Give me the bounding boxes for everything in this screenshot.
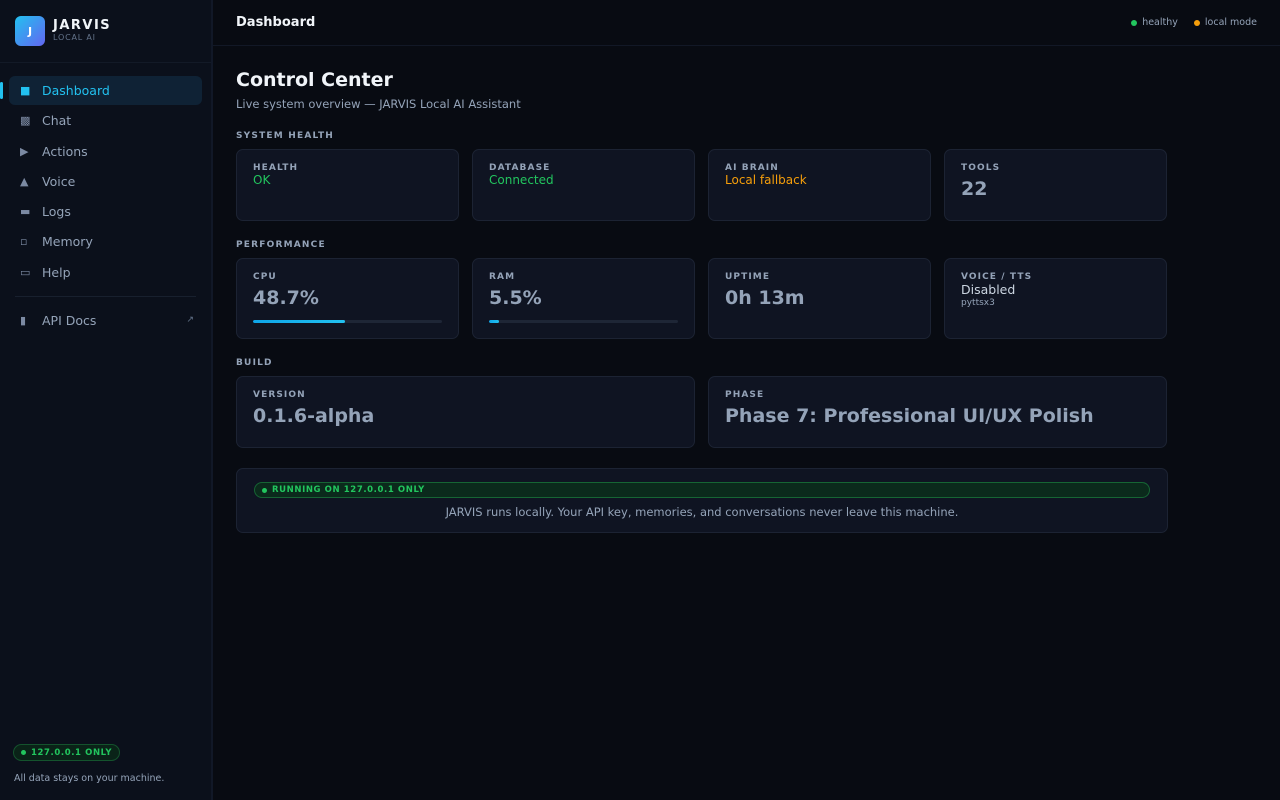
card-label: HEALTH (253, 163, 299, 173)
ai-brain-value: Local fallback (725, 173, 807, 187)
cpu-progress-fill (253, 320, 346, 323)
sidebar: J JARVIS LOCAL AI ■ Dashboard ▩ Chat ▶ A… (0, 0, 213, 800)
ram-progress-fill (489, 320, 500, 323)
dashboard-content: Control Center Live system overview — JA… (213, 46, 1168, 533)
sidebar-item-label: Chat (42, 113, 72, 129)
jarvis-logo-icon: J (15, 16, 45, 46)
sidebar-item-voice[interactable]: ▲ Voice (9, 167, 202, 196)
sidebar-item-logs[interactable]: ▬ Logs (9, 197, 202, 226)
tools-card: TOOLS 22 (944, 149, 1167, 221)
sidebar-item-dashboard[interactable]: ■ Dashboard (0, 76, 202, 105)
section-label-system-health: SYSTEM HEALTH (236, 131, 335, 141)
topbar-title: Dashboard (236, 15, 316, 30)
voice-tts-value: Disabled (961, 282, 1016, 297)
card-label: TOOLS (961, 163, 1001, 173)
sidebar-item-chat[interactable]: ▩ Chat (9, 106, 202, 135)
performance-grid: CPU 48.7% RAM 5.5% UPTIME 0h 13m VOICE /… (236, 258, 1167, 339)
phase-card: PHASE Phase 7: Professional UI/UX Polish (708, 376, 1167, 448)
running-local-badge-label: RUNNING ON 127.0.0.1 ONLY (272, 485, 425, 495)
sidebar-item-label: Actions (42, 143, 88, 159)
sidebar-item-label: Logs (42, 204, 71, 220)
build-grid: VERSION 0.1.6-alpha PHASE Phase 7: Profe… (236, 376, 1167, 448)
brand-name: JARVIS (53, 18, 112, 33)
sidebar-item-label: Voice (42, 173, 76, 189)
card-label: CPU (253, 272, 277, 282)
topbar: Dashboard healthy local mode (213, 0, 1280, 46)
cpu-value: 48.7% (253, 287, 319, 309)
docs-icon: ▮ (20, 313, 27, 327)
app-shell: J JARVIS LOCAL AI ■ Dashboard ▩ Chat ▶ A… (0, 0, 1280, 800)
help-icon: ▭ (20, 265, 31, 279)
external-link-icon: ↗ (186, 315, 194, 326)
card-label: UPTIME (725, 272, 771, 282)
healthy-dot-icon (1131, 19, 1138, 26)
chat-icon: ▩ (20, 114, 31, 128)
voice-tts-card: VOICE / TTS Disabled pyttsx3 (944, 258, 1167, 339)
card-label: PHASE (725, 390, 765, 400)
square-icon: ■ (20, 84, 31, 97)
ram-card: RAM 5.5% (472, 258, 695, 339)
triangle-icon: ▲ (20, 174, 29, 188)
voice-tts-engine: pyttsx3 (961, 298, 995, 308)
page-subtitle: Live system overview — JARVIS Local AI A… (236, 97, 521, 111)
card-label: VERSION (253, 390, 306, 400)
section-label-performance: PERFORMANCE (236, 240, 326, 250)
topbar-status: healthy local mode (1115, 17, 1257, 28)
localhost-badge: 127.0.0.1 ONLY (13, 744, 121, 761)
uptime-card: UPTIME 0h 13m (708, 258, 931, 339)
health-card: HEALTH OK (236, 149, 459, 221)
sidebar-item-label: Memory (42, 234, 93, 250)
phase-value: Phase 7: Professional UI/UX Polish (725, 405, 1094, 427)
cpu-progress-bar (253, 320, 442, 323)
version-value: 0.1.6-alpha (253, 405, 375, 427)
sidebar-item-help[interactable]: ▭ Help (9, 258, 202, 287)
status-local-mode: local mode (1193, 17, 1257, 28)
status-label: local mode (1204, 17, 1257, 28)
sidebar-item-label: Dashboard (42, 83, 110, 98)
database-value: Connected (489, 173, 554, 187)
sidebar-item-actions[interactable]: ▶ Actions (9, 137, 202, 166)
logs-icon: ▬ (20, 205, 31, 219)
version-card: VERSION 0.1.6-alpha (236, 376, 695, 448)
ram-progress-bar (489, 320, 678, 323)
page-title: Control Center (236, 69, 393, 91)
ai-brain-card: AI BRAIN Local fallback (708, 149, 931, 221)
main-panel: Dashboard healthy local mode Control Cen… (213, 0, 1280, 800)
ram-value: 5.5% (489, 287, 542, 309)
local-mode-dot-icon (1193, 19, 1200, 26)
privacy-note: All data stays on your machine. (14, 773, 165, 784)
sidebar-footer: 127.0.0.1 ONLY All data stays on your ma… (13, 740, 164, 784)
health-value: OK (253, 173, 271, 187)
sidebar-divider (15, 295, 196, 297)
database-card: DATABASE Connected (472, 149, 695, 221)
status-dot-icon (262, 487, 267, 493)
tools-value: 22 (961, 178, 988, 200)
sidebar-item-label: API Docs (42, 312, 97, 328)
local-notice-card: RUNNING ON 127.0.0.1 ONLY JARVIS runs lo… (236, 468, 1168, 533)
localhost-badge-label: 127.0.0.1 ONLY (31, 747, 113, 758)
brand[interactable]: J JARVIS LOCAL AI (0, 0, 211, 63)
sidebar-nav: ■ Dashboard ▩ Chat ▶ Actions ▲ Voice ▬ L… (0, 63, 211, 335)
running-local-badge: RUNNING ON 127.0.0.1 ONLY (254, 482, 1150, 498)
status-healthy: healthy (1131, 17, 1178, 28)
sidebar-item-label: Help (42, 264, 71, 280)
uptime-value: 0h 13m (725, 287, 805, 309)
card-label: RAM (489, 272, 516, 282)
status-label: healthy (1142, 17, 1178, 28)
brand-subtitle: LOCAL AI (53, 33, 96, 42)
local-notice-text: JARVIS runs locally. Your API key, memor… (445, 505, 959, 519)
cpu-card: CPU 48.7% (236, 258, 459, 339)
status-dot-icon (21, 750, 26, 755)
memory-icon: ▫ (20, 235, 28, 249)
sidebar-item-api-docs[interactable]: ▮ API Docs ↗ (9, 306, 202, 335)
sidebar-item-memory[interactable]: ▫ Memory (9, 227, 202, 256)
system-health-grid: HEALTH OK DATABASE Connected AI BRAIN Lo… (236, 149, 1167, 221)
section-label-build: BUILD (236, 358, 273, 368)
play-icon: ▶ (20, 144, 29, 158)
